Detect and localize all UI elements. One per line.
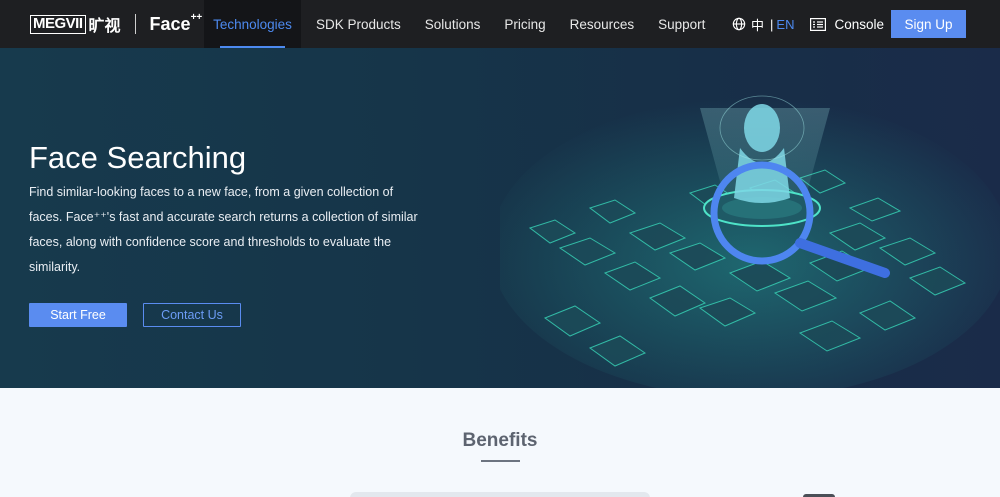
lang-separator: | bbox=[770, 16, 774, 32]
nav-pricing[interactable]: Pricing bbox=[492, 0, 557, 48]
face-search-illustration bbox=[500, 95, 1000, 388]
benefits-title: Benefits bbox=[462, 430, 538, 451]
hero-title: Face Searching bbox=[29, 140, 247, 175]
faceplusplus-logo: Face++ bbox=[149, 11, 203, 34]
nav-technologies[interactable]: Technologies bbox=[204, 0, 301, 48]
sign-up-button[interactable]: Sign Up bbox=[891, 10, 966, 38]
contact-us-button[interactable]: Contact Us bbox=[143, 303, 241, 327]
megvii-logo: MEGVII bbox=[30, 14, 86, 34]
language-switcher[interactable]: 中 | EN bbox=[732, 15, 794, 34]
nav-support[interactable]: Support bbox=[646, 0, 717, 48]
nav-resources[interactable]: Resources bbox=[558, 0, 647, 48]
benefits-section: Benefits bbox=[0, 388, 1000, 497]
nav-sdk-products[interactable]: SDK Products bbox=[304, 0, 413, 48]
megvii-cn-logo: 旷视 bbox=[88, 18, 121, 35]
console-link[interactable]: Console bbox=[810, 17, 884, 32]
benefit-card-preview bbox=[350, 492, 650, 497]
benefits-underline bbox=[481, 460, 520, 462]
lang-en[interactable]: EN bbox=[776, 17, 794, 32]
brand-logo[interactable]: MEGVII 旷视 Face++ bbox=[0, 0, 204, 48]
console-icon bbox=[810, 17, 827, 31]
nav-right: 中 | EN Console Sign Up bbox=[732, 0, 1000, 48]
start-free-button[interactable]: Start Free bbox=[29, 303, 127, 327]
hero-description: Find similar-looking faces to a new face… bbox=[29, 185, 418, 274]
top-nav: MEGVII 旷视 Face++ Technologies SDK Produc… bbox=[0, 0, 1000, 48]
console-label: Console bbox=[834, 16, 884, 32]
globe-icon bbox=[732, 17, 746, 31]
brand-divider bbox=[134, 14, 136, 34]
lang-cn[interactable]: 中 bbox=[751, 15, 764, 34]
nav-solutions[interactable]: Solutions bbox=[413, 0, 493, 48]
hero-banner: Face Searching Find similar-looking face… bbox=[0, 48, 1000, 388]
